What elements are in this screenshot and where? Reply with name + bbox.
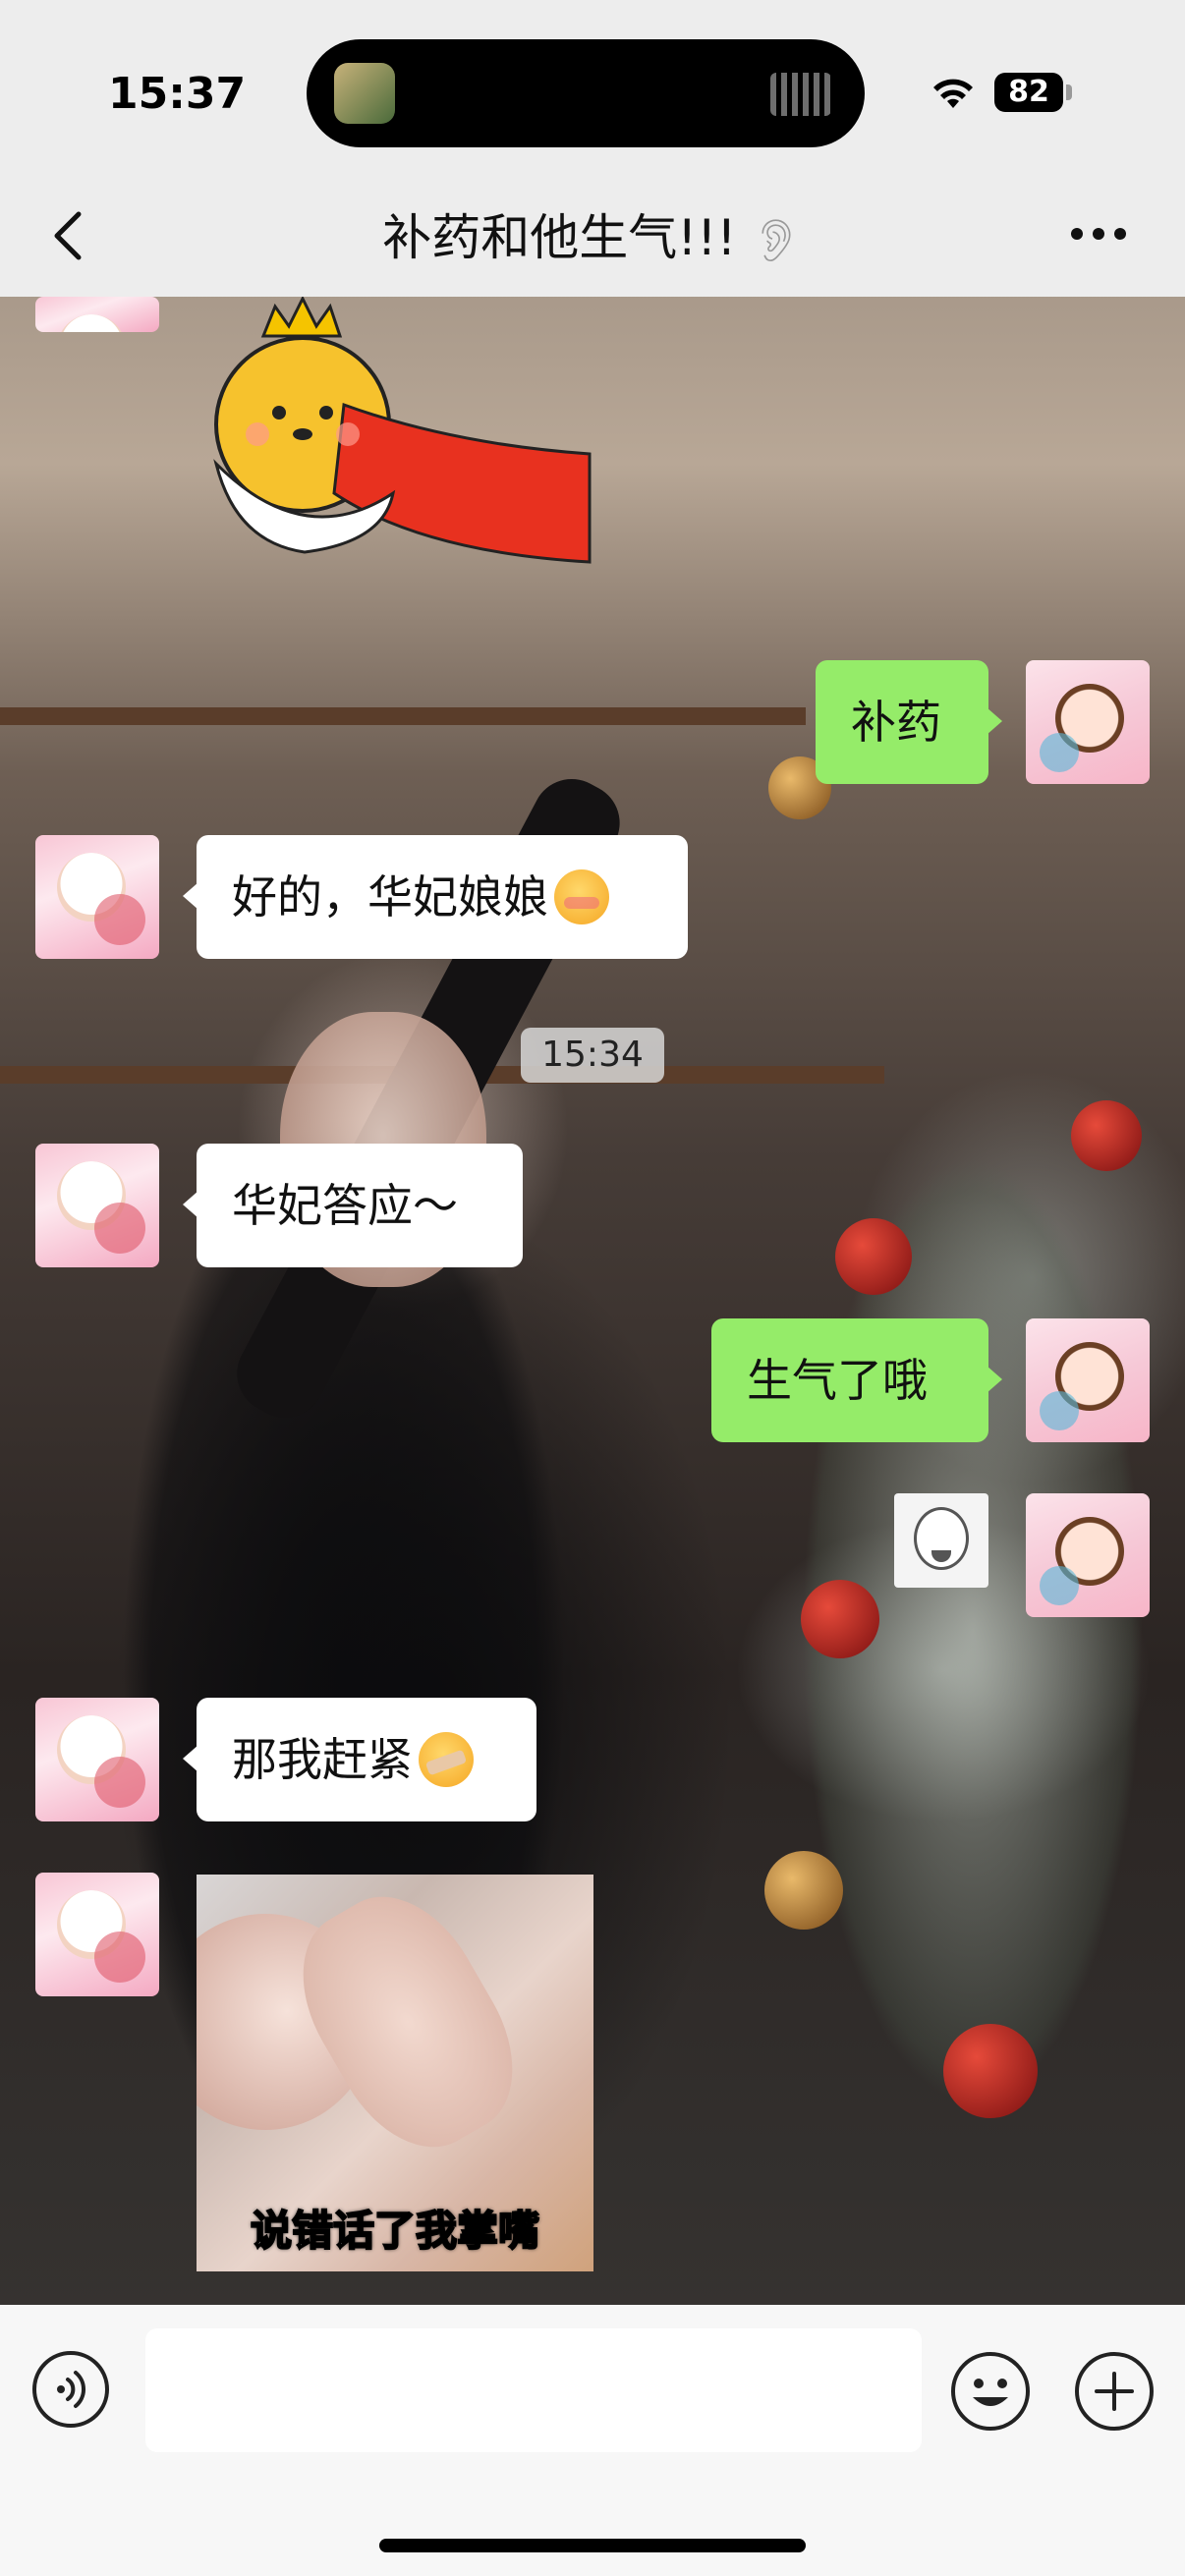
shocked-face-sticker[interactable]	[894, 1493, 988, 1588]
contact-avatar[interactable]	[35, 297, 159, 332]
message-bubble-sent[interactable]: 生气了哦	[711, 1318, 1002, 1442]
shy-smile-emoji-icon	[554, 868, 609, 924]
contact-avatar[interactable]	[35, 835, 159, 959]
chat-title-text: 补药和他生气!!!	[382, 209, 737, 266]
contact-avatar[interactable]	[35, 1698, 159, 1821]
message-text: 生气了哦	[747, 1354, 928, 1407]
message-timestamp: 15:34	[521, 1028, 664, 1083]
message-text: 那我赶紧	[232, 1733, 413, 1786]
chat-header: 补药和他生气!!! 👂︎	[0, 177, 1185, 297]
status-time: 15:37	[108, 69, 247, 119]
chat-message-list[interactable]: 补药 好的，华妃娘娘 15:34 华妃答应～ 生气了哦 那我赶紧 说错话了我掌嘴	[0, 297, 1185, 2305]
message-bubble-received[interactable]: 华妃答应～	[183, 1144, 523, 1267]
contact-avatar[interactable]	[35, 1873, 159, 1996]
video-caption: 说错话了我掌嘴	[250, 2206, 540, 2256]
my-avatar[interactable]	[1026, 660, 1150, 784]
ear-icon: 👂︎	[750, 216, 803, 264]
message-bubble-received[interactable]: 那我赶紧	[183, 1698, 536, 1821]
contact-avatar[interactable]	[35, 1144, 159, 1267]
shushing-face-emoji-icon	[419, 1731, 474, 1787]
my-avatar[interactable]	[1026, 1318, 1150, 1442]
my-avatar[interactable]	[1026, 1493, 1150, 1617]
battery-indicator: 82	[994, 73, 1063, 112]
message-text: 补药	[851, 696, 941, 749]
audio-wave-icon	[770, 73, 831, 116]
wifi-icon	[933, 79, 973, 108]
battery-tip	[1066, 84, 1072, 100]
dynamic-island[interactable]	[307, 39, 865, 147]
status-bar: 15:37 82	[0, 0, 1185, 177]
message-text: 好的，华妃娘娘	[232, 870, 548, 924]
ellipsis-icon[interactable]	[1071, 224, 1130, 244]
message-input-bar	[0, 2305, 1185, 2576]
emoji-icon[interactable]	[949, 2350, 1032, 2433]
video-message[interactable]: 说错话了我掌嘴	[197, 1875, 593, 2271]
king-sticker[interactable]	[197, 297, 609, 582]
plus-icon[interactable]	[1073, 2350, 1156, 2433]
message-text: 华妃答应～	[232, 1179, 458, 1232]
chat-title: 补药和他生气!!! 👂︎	[0, 198, 1185, 269]
voice-icon[interactable]	[31, 2350, 110, 2429]
message-bubble-sent[interactable]: 补药	[816, 660, 1002, 784]
island-app-thumbnail	[334, 63, 395, 124]
home-indicator[interactable]	[379, 2539, 806, 2552]
message-input[interactable]	[145, 2328, 922, 2452]
message-bubble-received[interactable]: 好的，华妃娘娘	[183, 835, 688, 959]
